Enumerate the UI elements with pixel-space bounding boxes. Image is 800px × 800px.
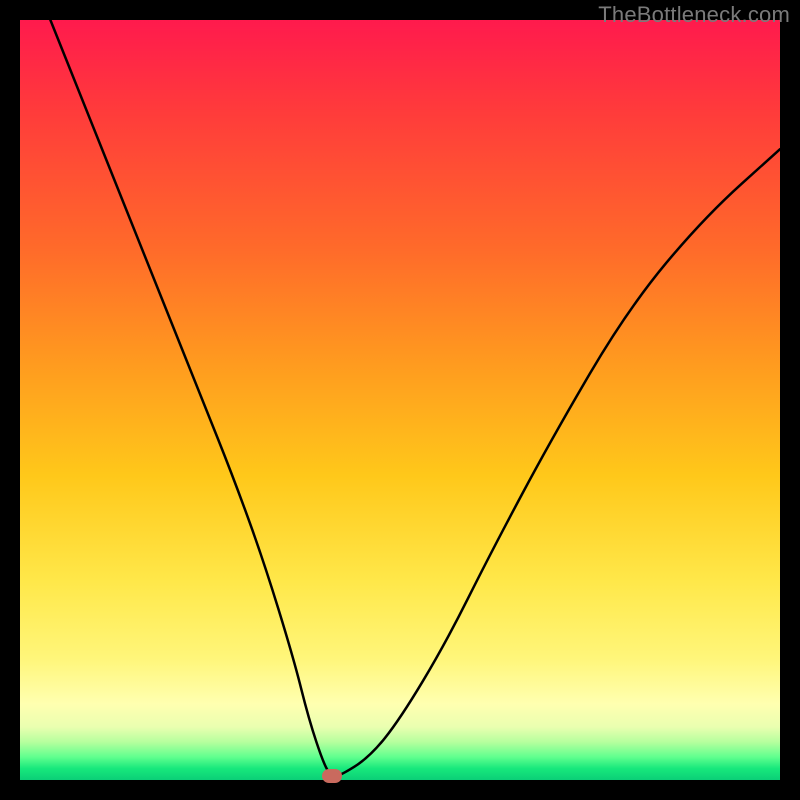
bottleneck-curve <box>20 20 780 780</box>
watermark-text: TheBottleneck.com <box>598 2 790 28</box>
chart-frame: TheBottleneck.com <box>0 0 800 800</box>
min-marker <box>322 769 342 783</box>
